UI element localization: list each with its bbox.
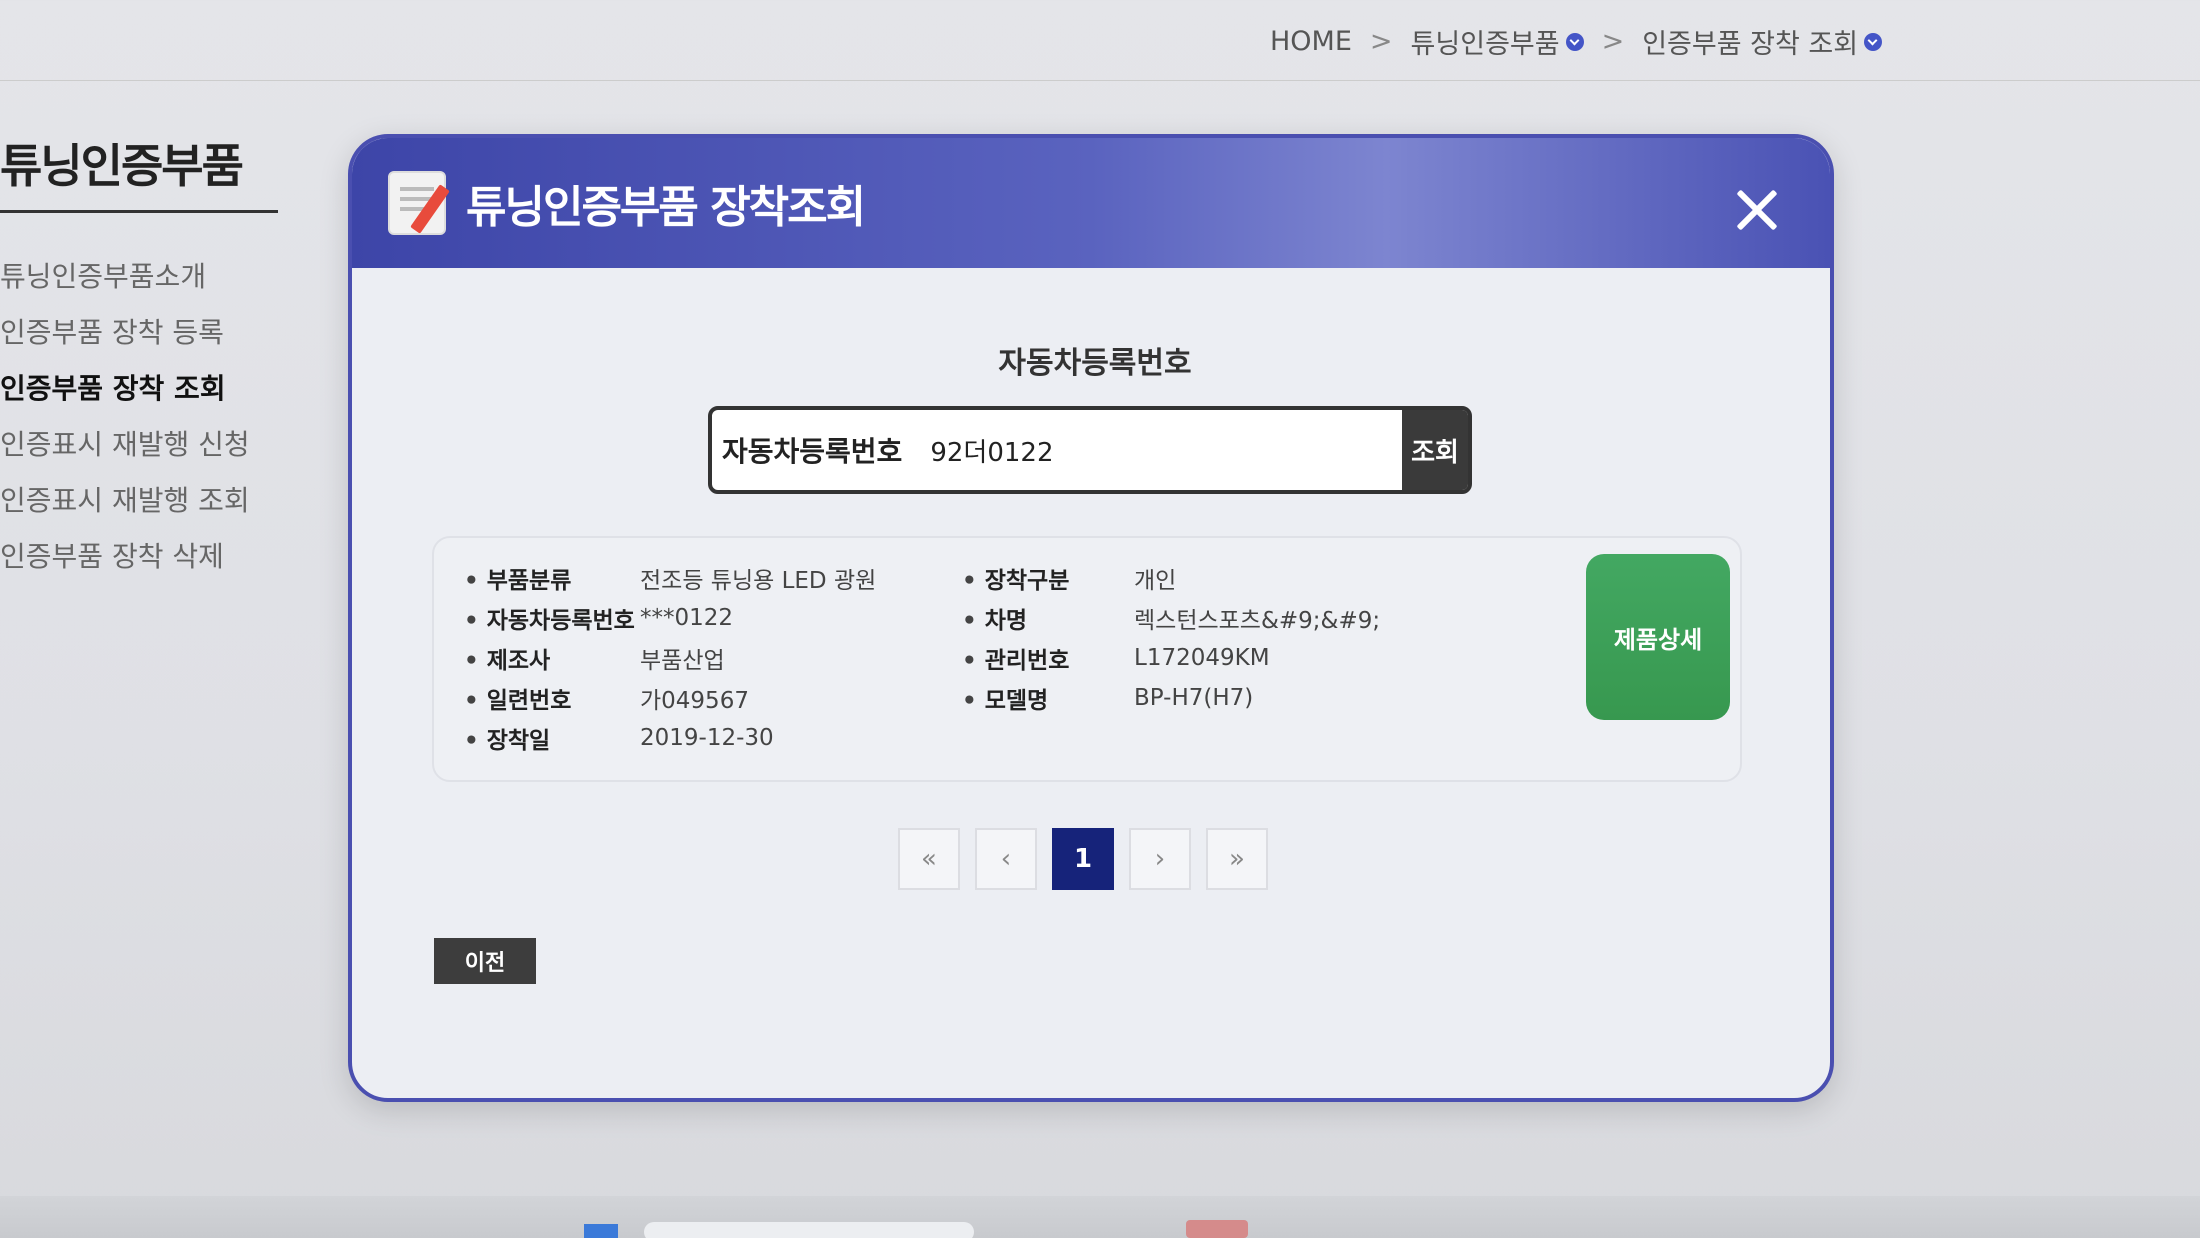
field-car-name: 차명 렉스턴스포츠&#9;&#9; [962, 598, 1380, 638]
search-box: 자동차등록번호 조회 [708, 406, 1472, 494]
search-button[interactable]: 조회 [1402, 410, 1468, 490]
field-manufacturer: 제조사 부품산업 [464, 638, 876, 678]
field-value: ***0122 [640, 605, 734, 631]
sidebar-item-delete[interactable]: 인증부품 장착 삭제 [0, 529, 280, 585]
sidebar-item-reissue-request[interactable]: 인증표시 재발행 신청 [0, 417, 280, 473]
field-label: 관리번호 [962, 641, 1134, 675]
field-value: 가049567 [640, 688, 749, 714]
field-part-category: 부품분류 전조등 튜닝용 LED 광원 [464, 558, 877, 598]
close-icon[interactable] [1734, 186, 1778, 230]
pagination: « ‹ 1 › » [898, 828, 1268, 890]
field-value: 부품산업 [640, 648, 725, 674]
chevron-down-icon[interactable] [1864, 32, 1883, 51]
modal-header: 튜닝인증부품 장착조회 [352, 138, 1830, 268]
registration-number-input[interactable] [902, 410, 1402, 490]
field-label: 부품분류 [464, 561, 640, 595]
taskbar [0, 1196, 2200, 1238]
field-label: 일련번호 [464, 681, 640, 715]
prev-page-button[interactable]: ‹ [975, 828, 1037, 890]
taskbar-app-icon[interactable] [1186, 1220, 1248, 1238]
modal-title: 튜닝인증부품 장착조회 [466, 182, 866, 233]
sidebar-item-lookup[interactable]: 인증부품 장착 조회 [0, 361, 280, 417]
first-page-button[interactable]: « [898, 828, 960, 890]
memo-pencil-icon [388, 171, 446, 235]
breadcrumb-separator: > [1601, 26, 1625, 57]
result-card: 부품분류 전조등 튜닝용 LED 광원 자동차등록번호 ***0122 제조사 … [432, 536, 1742, 782]
breadcrumb-separator: > [1369, 26, 1393, 57]
taskbar-search[interactable] [644, 1222, 974, 1238]
breadcrumb-level1[interactable]: 튜닝인증부품 [1411, 22, 1584, 61]
field-label: 차명 [962, 601, 1134, 635]
field-value: 렉스턴스포츠&#9;&#9; [1134, 608, 1381, 634]
sidebar: 튜닝인증부품 튜닝인증부품소개 인증부품 장착 등록 인증부품 장착 조회 인증… [0, 130, 280, 585]
field-value: BP-H7(H7) [1134, 685, 1254, 711]
breadcrumb-home[interactable]: HOME [1270, 26, 1352, 57]
field-install-date: 장착일 2019-12-30 [464, 718, 876, 758]
breadcrumb: HOME > 튜닝인증부품 > 인증부품 장착 조회 [1270, 22, 1883, 61]
field-serial-number: 일련번호 가049567 [464, 678, 876, 718]
field-label: 모델명 [962, 681, 1134, 715]
breadcrumb-level2-label: 인증부품 장착 조회 [1642, 29, 1859, 60]
field-model-name: 모델명 BP-H7(H7) [962, 678, 1380, 718]
result-left-column: 부품분류 전조등 튜닝용 LED 광원 자동차등록번호 ***0122 제조사 … [464, 558, 877, 758]
last-page-button[interactable]: » [1206, 828, 1268, 890]
result-right-column: 장착구분 개인 차명 렉스턴스포츠&#9;&#9; 관리번호 L172049KM… [962, 558, 1380, 718]
field-value: 개인 [1134, 568, 1177, 594]
field-value: 전조등 튜닝용 LED 광원 [640, 568, 877, 594]
field-label: 제조사 [464, 641, 640, 675]
page-number-button[interactable]: 1 [1052, 828, 1114, 890]
sidebar-item-reissue-lookup[interactable]: 인증표시 재발행 조회 [0, 473, 280, 529]
field-value: 2019-12-30 [640, 725, 774, 751]
search-heading: 자동차등록번호 [998, 346, 1192, 381]
field-install-type: 장착구분 개인 [962, 558, 1380, 598]
field-label: 장착구분 [962, 561, 1134, 595]
chevron-down-icon[interactable] [1565, 32, 1584, 51]
field-label: 장착일 [464, 721, 640, 755]
next-page-button[interactable]: › [1129, 828, 1191, 890]
field-label: 자동차등록번호 [464, 601, 640, 635]
breadcrumb-level1-label: 튜닝인증부품 [1410, 29, 1560, 60]
lookup-modal: 튜닝인증부품 장착조회 자동차등록번호 자동차등록번호 조회 부품분류 전조등 … [348, 134, 1834, 1102]
back-button[interactable]: 이전 [434, 938, 536, 984]
field-registration-number: 자동차등록번호 ***0122 [464, 598, 876, 638]
sidebar-title: 튜닝인증부품 [0, 130, 278, 213]
product-detail-button[interactable]: 제품상세 [1586, 554, 1730, 720]
field-management-number: 관리번호 L172049KM [962, 638, 1380, 678]
sidebar-item-intro[interactable]: 튜닝인증부품소개 [0, 249, 280, 305]
header-divider [0, 80, 2200, 81]
breadcrumb-level2[interactable]: 인증부품 장착 조회 [1642, 22, 1883, 61]
windows-start-icon[interactable] [584, 1224, 618, 1238]
field-value: L172049KM [1134, 645, 1270, 671]
search-label: 자동차등록번호 [722, 435, 903, 468]
sidebar-item-register[interactable]: 인증부품 장착 등록 [0, 305, 280, 361]
sidebar-menu: 튜닝인증부품소개 인증부품 장착 등록 인증부품 장착 조회 인증표시 재발행 … [0, 249, 280, 585]
